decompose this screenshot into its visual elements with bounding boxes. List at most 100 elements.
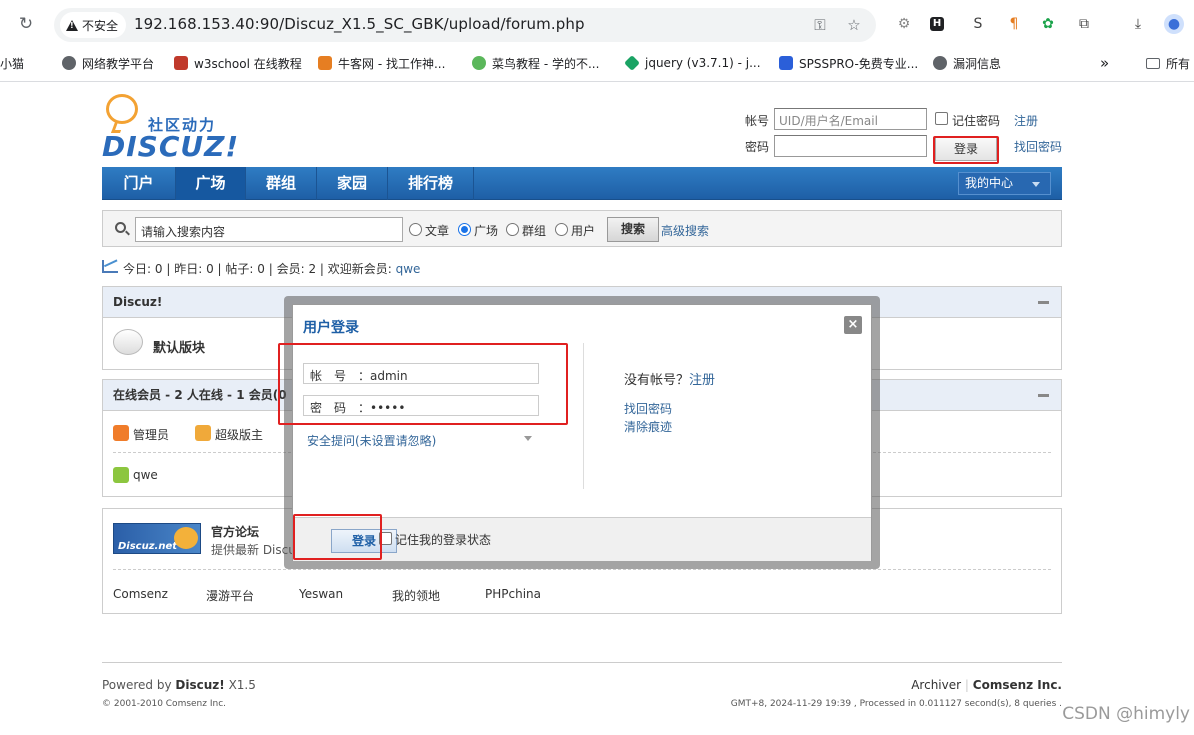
- password-label: 密码: [745, 140, 770, 154]
- my-center-dropdown[interactable]: 我的中心: [958, 172, 1051, 195]
- admin-icon: [113, 425, 129, 441]
- highlight-box: [278, 343, 568, 425]
- friend-link[interactable]: PHPchina: [485, 587, 541, 601]
- nav-item-square[interactable]: 广场: [176, 167, 246, 200]
- divider: [113, 569, 1051, 570]
- dialog-register-link[interactable]: 注册: [689, 373, 715, 388]
- search-bar: 请输入搜索内容 文章 广场 群组 用户 搜索 高级搜索: [102, 210, 1062, 247]
- search-input[interactable]: 请输入搜索内容: [135, 217, 403, 242]
- spsspro-icon: [779, 56, 793, 70]
- remember-login-label: 记住我的登录状态: [395, 533, 492, 547]
- key-icon[interactable]: ⚿: [810, 16, 830, 34]
- omnibox[interactable]: 不安全 192.168.153.40:90/Discuz_X1.5_SC_GBK…: [54, 8, 876, 42]
- register-link[interactable]: 注册: [1014, 112, 1038, 129]
- site-logo[interactable]: 社区动力 DISCUZ!: [102, 94, 242, 163]
- no-account-text: 没有帐号？注册: [624, 373, 716, 388]
- forum-bubble-icon: [113, 329, 143, 355]
- remember-password-checkbox[interactable]: [935, 112, 948, 125]
- url-text[interactable]: 192.168.153.40:90/Discuz_X1.5_SC_GBK/upl…: [134, 15, 585, 33]
- password-input[interactable]: [774, 135, 927, 157]
- search-icon: [115, 222, 126, 233]
- pilcrow-extension-icon[interactable]: ¶: [1004, 14, 1024, 34]
- nav-item-group[interactable]: 群组: [246, 167, 317, 200]
- remember-password-label: 记住密码: [952, 114, 1001, 128]
- online-member-link[interactable]: qwe: [133, 468, 158, 482]
- download-icon[interactable]: ⤓: [1128, 14, 1148, 34]
- account-label: 帐号: [745, 114, 770, 128]
- clear-traces-link[interactable]: 清除痕迹: [624, 418, 672, 435]
- search-type-label: 群组: [522, 224, 547, 238]
- more-bookmarks-button[interactable]: »: [1100, 54, 1109, 72]
- main-nav: 门户 广场 群组 家园 排行榜 我的中心: [102, 167, 1062, 200]
- bookmark-item[interactable]: jquery (v3.7.1) - j...: [624, 54, 761, 72]
- friend-link[interactable]: 漫游平台: [206, 587, 254, 604]
- all-bookmarks-button[interactable]: 所有: [1146, 54, 1190, 72]
- footer-links: Archiver | Comsenz Inc.: [911, 678, 1062, 692]
- bookmark-item[interactable]: SPSSPRO-免费专业...: [779, 54, 918, 72]
- highlight-box: [293, 514, 382, 560]
- collapse-icon[interactable]: [1038, 301, 1049, 304]
- account-input[interactable]: UID/用户名/Email: [774, 108, 927, 130]
- stats-chart-icon: [102, 260, 118, 273]
- search-type-radio[interactable]: [458, 223, 471, 236]
- security-question-select[interactable]: 安全提问(未设置请忽略): [307, 432, 436, 449]
- search-type-radio[interactable]: [506, 223, 519, 236]
- search-type-label: 用户: [571, 224, 596, 238]
- copyright: © 2001-2010 Comsenz Inc.: [102, 699, 227, 709]
- nav-item-portal[interactable]: 门户: [102, 167, 176, 200]
- security-label: 不安全: [82, 18, 119, 33]
- powered-by: Powered by Discuz! X1.5: [102, 678, 256, 692]
- bookmarks-bar: 小猫 网络教学平台 w3school 在线教程 牛客网 - 找工作神... 菜鸟…: [0, 48, 1194, 78]
- dialog-divider: [583, 343, 584, 489]
- badge-extension-icon[interactable]: S: [968, 14, 988, 34]
- bookmark-item[interactable]: w3school 在线教程: [174, 54, 302, 72]
- gear-green-icon[interactable]: ✿: [1038, 14, 1058, 34]
- logo-bubble-icon: [106, 94, 138, 124]
- extension-icon[interactable]: ⚙: [894, 14, 914, 34]
- discuz-link[interactable]: Discuz!: [175, 678, 224, 692]
- discuz-net-banner[interactable]: Discuz.net: [113, 523, 201, 554]
- footer-meta: GMT+8, 2024-11-29 19:39 , Processed in 0…: [730, 699, 1062, 709]
- forum-name-link[interactable]: 默认版块: [153, 337, 205, 356]
- reload-icon[interactable]: ↻: [16, 14, 36, 34]
- nowcoder-icon: [318, 56, 332, 70]
- bookmark-item[interactable]: 菜鸟教程 - 学的不...: [472, 54, 599, 72]
- bookmark-item[interactable]: 牛客网 - 找工作神...: [318, 54, 445, 72]
- runoob-icon: [472, 56, 486, 70]
- nav-item-home[interactable]: 家园: [317, 167, 388, 200]
- globe-icon: [62, 56, 76, 70]
- bookmark-item[interactable]: 小猫: [0, 54, 24, 72]
- super-moderator-icon: [195, 425, 211, 441]
- advanced-search-link[interactable]: 高级搜索: [661, 222, 709, 239]
- friend-link[interactable]: Yeswan: [299, 587, 343, 601]
- browser-chrome: ↻ 不安全 192.168.153.40:90/Discuz_X1.5_SC_G…: [0, 0, 1194, 82]
- comsenz-link[interactable]: Comsenz Inc.: [973, 678, 1062, 692]
- search-type-radio[interactable]: [555, 223, 568, 236]
- bookmark-item[interactable]: 漏洞信息: [933, 54, 1001, 72]
- new-member-link[interactable]: qwe: [396, 262, 421, 276]
- h-extension-icon[interactable]: H: [930, 17, 944, 31]
- nav-item-ranking[interactable]: 排行榜: [388, 167, 474, 200]
- archiver-link[interactable]: Archiver: [911, 678, 961, 692]
- footer-divider: [102, 662, 1062, 663]
- puzzle-icon[interactable]: ⧉: [1074, 14, 1094, 34]
- profile-avatar-icon[interactable]: ●: [1164, 14, 1184, 34]
- globe-icon: [933, 56, 947, 70]
- bookmark-item[interactable]: 网络教学平台: [62, 54, 154, 72]
- official-forum-link[interactable]: 官方论坛: [211, 523, 259, 540]
- friend-link[interactable]: 我的领地: [392, 587, 440, 604]
- forgot-password-link[interactable]: 找回密码: [1014, 138, 1062, 155]
- search-button[interactable]: 搜索: [607, 217, 659, 242]
- search-type-radio[interactable]: [409, 223, 422, 236]
- forum-stats: 今日: 0 | 昨日: 0 | 帖子: 0 | 会员: 2 | 欢迎新会员: q…: [102, 260, 702, 278]
- search-type-label: 广场: [474, 224, 499, 238]
- star-icon[interactable]: ☆: [844, 16, 864, 34]
- dialog-forgot-link[interactable]: 找回密码: [624, 400, 672, 417]
- friend-link[interactable]: Comsenz: [113, 587, 168, 601]
- security-chip[interactable]: 不安全: [60, 12, 127, 38]
- collapse-icon[interactable]: [1038, 394, 1049, 397]
- member-icon: [113, 467, 129, 483]
- close-icon[interactable]: ×: [844, 316, 862, 334]
- search-type-label: 文章: [425, 224, 450, 238]
- chevron-down-icon: [524, 436, 532, 441]
